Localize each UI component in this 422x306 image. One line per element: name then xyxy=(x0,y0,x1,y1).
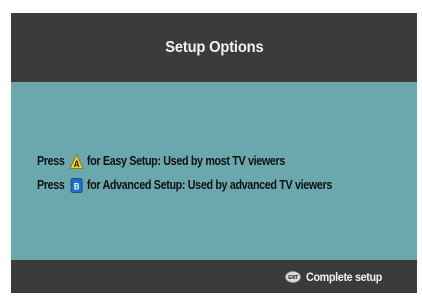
option-button-letter: A xyxy=(74,158,80,169)
page-title: Setup Options xyxy=(164,38,264,56)
complete-setup-label: Complete setup xyxy=(305,269,382,284)
option-text: for Advanced Setup: Used by advanced TV … xyxy=(86,178,333,192)
footer: EXIT Complete setup xyxy=(11,260,417,293)
option-button-letter: B xyxy=(74,180,80,191)
option-prefix: Press xyxy=(37,154,65,168)
yellow-triangle-a-icon: A xyxy=(69,153,84,169)
setup-screen: Setup Options Press A for Easy Setup: Us… xyxy=(11,13,417,293)
option-easy-setup[interactable]: Press A for Easy Setup: Used by most TV … xyxy=(37,152,285,170)
complete-setup-button[interactable]: EXIT Complete setup xyxy=(284,260,390,293)
options-panel: Press A for Easy Setup: Used by most TV … xyxy=(11,82,417,260)
option-advanced-setup[interactable]: Press B for Advanced Setup: Used by adva… xyxy=(37,176,332,194)
exit-button-icon: EXIT xyxy=(284,270,301,283)
option-prefix: Press xyxy=(37,178,65,192)
blue-square-b-icon: B xyxy=(70,177,83,193)
option-text: for Easy Setup: Used by most TV viewers xyxy=(86,154,286,168)
header: Setup Options xyxy=(11,13,417,82)
exit-icon-label: EXIT xyxy=(288,275,298,281)
